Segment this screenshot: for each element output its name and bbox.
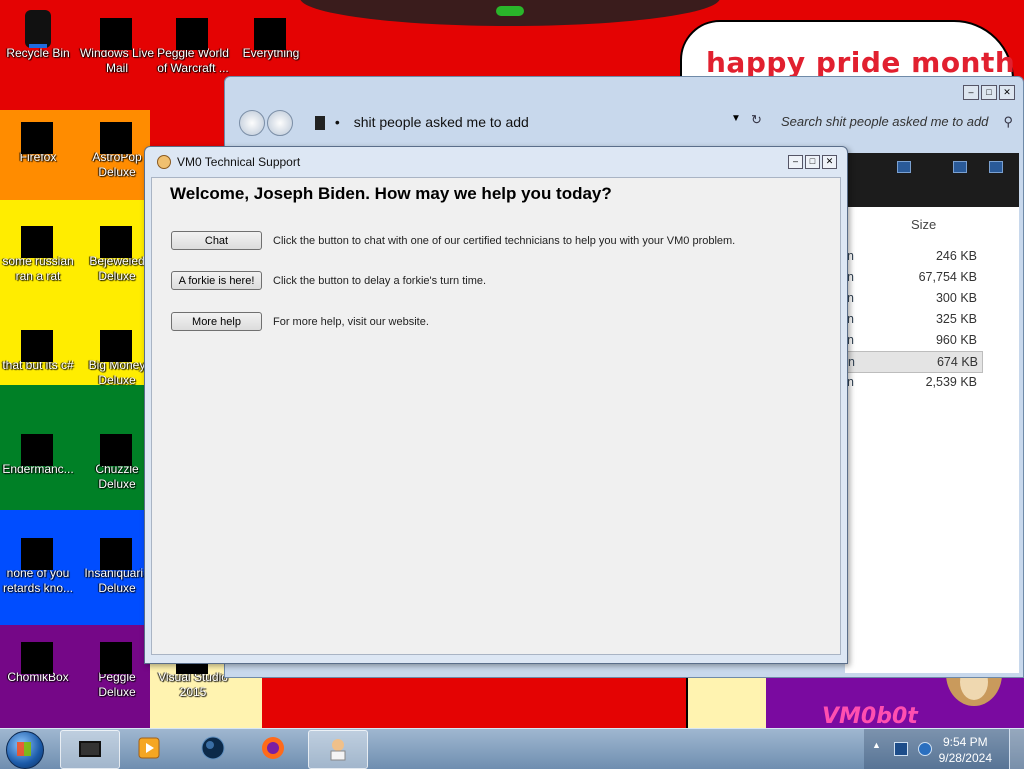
search-app-icon <box>254 8 288 50</box>
fish-icon <box>100 528 134 570</box>
folder-icon <box>21 320 55 362</box>
minimize-icon[interactable]: – <box>963 85 979 100</box>
taskbar-app-media-player[interactable] <box>120 730 178 767</box>
forward-button[interactable] <box>267 110 293 136</box>
desktop-icon-firefox[interactable]: Firefox <box>0 106 76 165</box>
back-button[interactable] <box>239 110 265 136</box>
desktop-icon-windows-live-mail[interactable]: Windows Live Mail <box>79 2 155 76</box>
desktop-icon-peggle-wow[interactable]: Peggle World of Warcraft ... <box>155 2 231 76</box>
window-title: VM0 Technical Support <box>177 155 301 169</box>
dark-box-icon <box>79 741 101 757</box>
file-list: Size n 246 KB n 67,754 KB n 300 KB n 325 KB … <box>845 207 1019 673</box>
wallpaper-character-top <box>300 0 720 26</box>
search-box[interactable]: Search shit people asked me to add ⚲ <box>781 111 1013 133</box>
chat-description: Click the button to chat with one of our… <box>273 235 736 247</box>
more-help-description: For more help, visit our website. <box>273 316 429 328</box>
search-icon: ⚲ <box>1003 114 1013 129</box>
mail-icon <box>100 8 134 50</box>
forkie-description: Click the button to delay a forkie's tur… <box>273 275 487 287</box>
address-separator-icon: • <box>334 114 340 130</box>
tech-support-window[interactable]: VM0 Technical Support – □ ✕ Welcome, Jos… <box>144 146 848 664</box>
show-hidden-icons-icon[interactable]: ▲ <box>872 740 884 752</box>
media-player-icon <box>138 737 160 759</box>
system-tray: ▲ 9:54 PM 9/28/2024 <box>864 729 1024 769</box>
file-row[interactable]: n 960 KB <box>845 330 981 350</box>
volume-icon[interactable] <box>918 742 932 756</box>
technician-icon <box>157 155 171 169</box>
more-help-button[interactable]: More help <box>171 312 262 331</box>
file-row[interactable]: n 2,539 KB <box>845 372 981 392</box>
recycle-bin-icon <box>21 8 55 48</box>
close-icon[interactable]: ✕ <box>999 85 1015 100</box>
file-row-selected[interactable]: n 674 KB <box>845 351 983 373</box>
money-bag-icon <box>100 320 134 362</box>
firefox-icon <box>262 737 284 759</box>
show-desktop-button[interactable] <box>1009 729 1024 769</box>
forkie-button[interactable]: A forkie is here! <box>171 271 262 290</box>
file-icon <box>21 216 55 258</box>
maximize-icon[interactable]: □ <box>805 155 820 169</box>
desktop-icon-none-of-you[interactable]: none of you retards kno... <box>0 522 76 596</box>
file-row[interactable]: n 300 KB <box>845 288 981 308</box>
size-column-header[interactable]: Size <box>911 217 936 232</box>
address-text: shit people asked me to add <box>353 114 529 130</box>
start-button[interactable] <box>6 731 44 769</box>
taskbar-app-tech-support[interactable] <box>308 730 368 769</box>
taskbar-app-vm[interactable] <box>60 730 120 769</box>
desktop-icon-everything[interactable]: Everything <box>233 2 309 61</box>
clock[interactable]: 9:54 PM 9/28/2024 <box>939 734 992 766</box>
help-icon[interactable] <box>989 161 1003 173</box>
address-bar[interactable]: • shit people asked me to add <box>315 111 755 133</box>
close-icon[interactable]: ✕ <box>822 155 837 169</box>
welcome-heading: Welcome, Joseph Biden. How may we help y… <box>170 184 612 203</box>
app-icon <box>21 528 55 570</box>
pride-banner-text: happy pride month <box>706 46 1016 79</box>
file-row[interactable]: n 325 KB <box>845 309 981 329</box>
address-dropdown-icon[interactable]: ▼ <box>731 113 741 124</box>
peggle-icon <box>176 8 210 50</box>
search-placeholder: Search shit people asked me to add <box>781 114 989 129</box>
desktop-icon-csharp[interactable]: that but its c# <box>0 314 76 373</box>
technician-icon <box>330 739 346 761</box>
desktop-icon-chomikbox[interactable]: ChomikBox <box>0 626 76 685</box>
chomikbox-icon <box>21 632 55 674</box>
clock-date: 9/28/2024 <box>938 751 992 765</box>
vm-logo-text: VM0b0t <box>822 704 918 728</box>
chat-button[interactable]: Chat <box>171 231 262 250</box>
view-icon[interactable] <box>897 161 911 173</box>
app-window-icon <box>21 424 55 466</box>
refresh-icon[interactable]: ↻ <box>751 112 762 128</box>
minimize-icon[interactable]: – <box>788 155 803 169</box>
dark-globe-icon <box>201 736 225 760</box>
window-controls: – □ ✕ <box>788 155 837 169</box>
clock-time: 9:54 PM <box>942 735 988 749</box>
explorer-toolbar <box>845 153 1019 207</box>
maximize-icon[interactable]: □ <box>981 85 997 100</box>
peggle-icon <box>100 632 134 674</box>
explorer-address-row: • shit people asked me to add ▼ ↻ Search… <box>235 109 1013 137</box>
taskbar-app-globe[interactable] <box>184 730 242 767</box>
preview-pane-icon[interactable] <box>953 161 967 173</box>
desktop-icon-russian-rat[interactable]: some russian ran a rat <box>0 210 76 284</box>
file-row[interactable]: n 246 KB <box>845 246 981 266</box>
firefox-icon <box>21 112 55 154</box>
dialog-content: Welcome, Joseph Biden. How may we help y… <box>151 177 841 655</box>
desktop-icon-endermanc[interactable]: Endermanc... <box>0 418 76 477</box>
desktop-icon-recycle-bin[interactable]: Recycle Bin <box>0 2 76 61</box>
taskbar: ▲ 9:54 PM 9/28/2024 <box>0 728 1024 769</box>
window-title-bar[interactable]: VM0 Technical Support <box>157 155 300 169</box>
folder-icon <box>315 116 325 131</box>
astropop-icon <box>100 112 134 154</box>
network-icon[interactable] <box>894 742 908 756</box>
taskbar-app-firefox[interactable] <box>244 730 302 767</box>
bejeweled-icon <box>100 216 134 258</box>
wallpaper-patch <box>686 670 768 728</box>
file-row[interactable]: n 67,754 KB <box>845 267 981 287</box>
window-controls: – □ ✕ <box>963 85 1015 100</box>
chuzzle-icon <box>100 424 134 466</box>
